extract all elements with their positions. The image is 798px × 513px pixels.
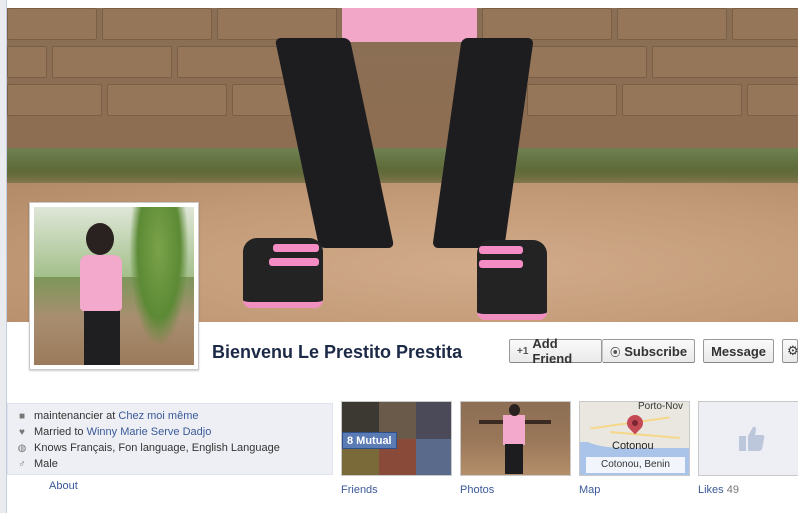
- work-prefix: maintenancier at: [34, 410, 116, 422]
- heart-icon: ♥: [19, 427, 25, 438]
- photos-link[interactable]: Photos: [460, 484, 494, 496]
- married-prefix: Married to: [34, 426, 84, 438]
- subscribe-button[interactable]: ⦿ Subscribe: [602, 339, 696, 363]
- gear-icon: ⚙: [787, 343, 798, 358]
- friends-thumbnail[interactable]: 8 Mutual: [341, 401, 452, 476]
- map-link[interactable]: Map: [579, 484, 600, 496]
- likes-link[interactable]: Likes 49: [698, 484, 739, 496]
- map-city-label: Cotonou: [612, 440, 654, 452]
- photos-thumbnail[interactable]: [460, 401, 571, 476]
- globe-icon: ◍: [17, 443, 27, 454]
- profile-actions: +1 Add Friend ⦿ Subscribe Message ⚙: [509, 336, 798, 366]
- profile-name: Bienvenu Le Prestito Prestita: [212, 342, 463, 362]
- more-options-button[interactable]: ⚙: [782, 339, 798, 363]
- friends-link[interactable]: Friends: [341, 484, 378, 496]
- rss-icon: ⦿: [610, 347, 621, 359]
- work-row: ■ maintenancier at Chez moi même: [19, 408, 332, 424]
- add-friend-button[interactable]: +1 Add Friend: [509, 336, 603, 366]
- married-row: ♥ Married to Winny Marie Serve Dadjo: [19, 424, 332, 440]
- thumbs-up-icon: [739, 426, 765, 451]
- spouse-link[interactable]: Winny Marie Serve Dadjo: [87, 426, 212, 438]
- map-caption: Cotonou, Benin: [586, 457, 685, 473]
- gender-row: ♂ Male: [18, 456, 332, 472]
- about-link[interactable]: About: [49, 480, 78, 492]
- friend-subscribe-group: +1 Add Friend ⦿ Subscribe: [509, 336, 696, 366]
- likes-label: Likes: [698, 484, 724, 496]
- briefcase-icon: ■: [18, 411, 26, 422]
- gender-text: Male: [34, 458, 58, 470]
- likes-count: 49: [726, 484, 739, 496]
- likes-thumbnail[interactable]: [698, 401, 798, 476]
- profile-picture[interactable]: [29, 202, 199, 370]
- male-icon: ♂: [18, 459, 26, 470]
- map-city-top-label: Porto-Nov: [638, 401, 684, 412]
- languages-text: Knows Français, Fon language, English La…: [34, 442, 280, 454]
- add-friend-label: Add Friend: [532, 336, 573, 366]
- mutual-friends-badge: 8 Mutual: [342, 432, 397, 449]
- profile-info-box: ■ maintenancier at Chez moi même ♥ Marri…: [7, 403, 333, 475]
- message-label: Message: [711, 343, 766, 359]
- profile-page: Bienvenu Le Prestito Prestita +1 Add Fri…: [6, 0, 798, 513]
- map-thumbnail[interactable]: Porto-Nov Cotonou Cotonou, Benin: [579, 401, 690, 476]
- work-place-link[interactable]: Chez moi même: [118, 410, 198, 422]
- add-friend-icon: +1: [517, 345, 529, 357]
- subscribe-label: Subscribe: [624, 343, 688, 359]
- message-button[interactable]: Message: [703, 339, 774, 363]
- languages-row: ◍ Knows Français, Fon language, English …: [18, 440, 332, 456]
